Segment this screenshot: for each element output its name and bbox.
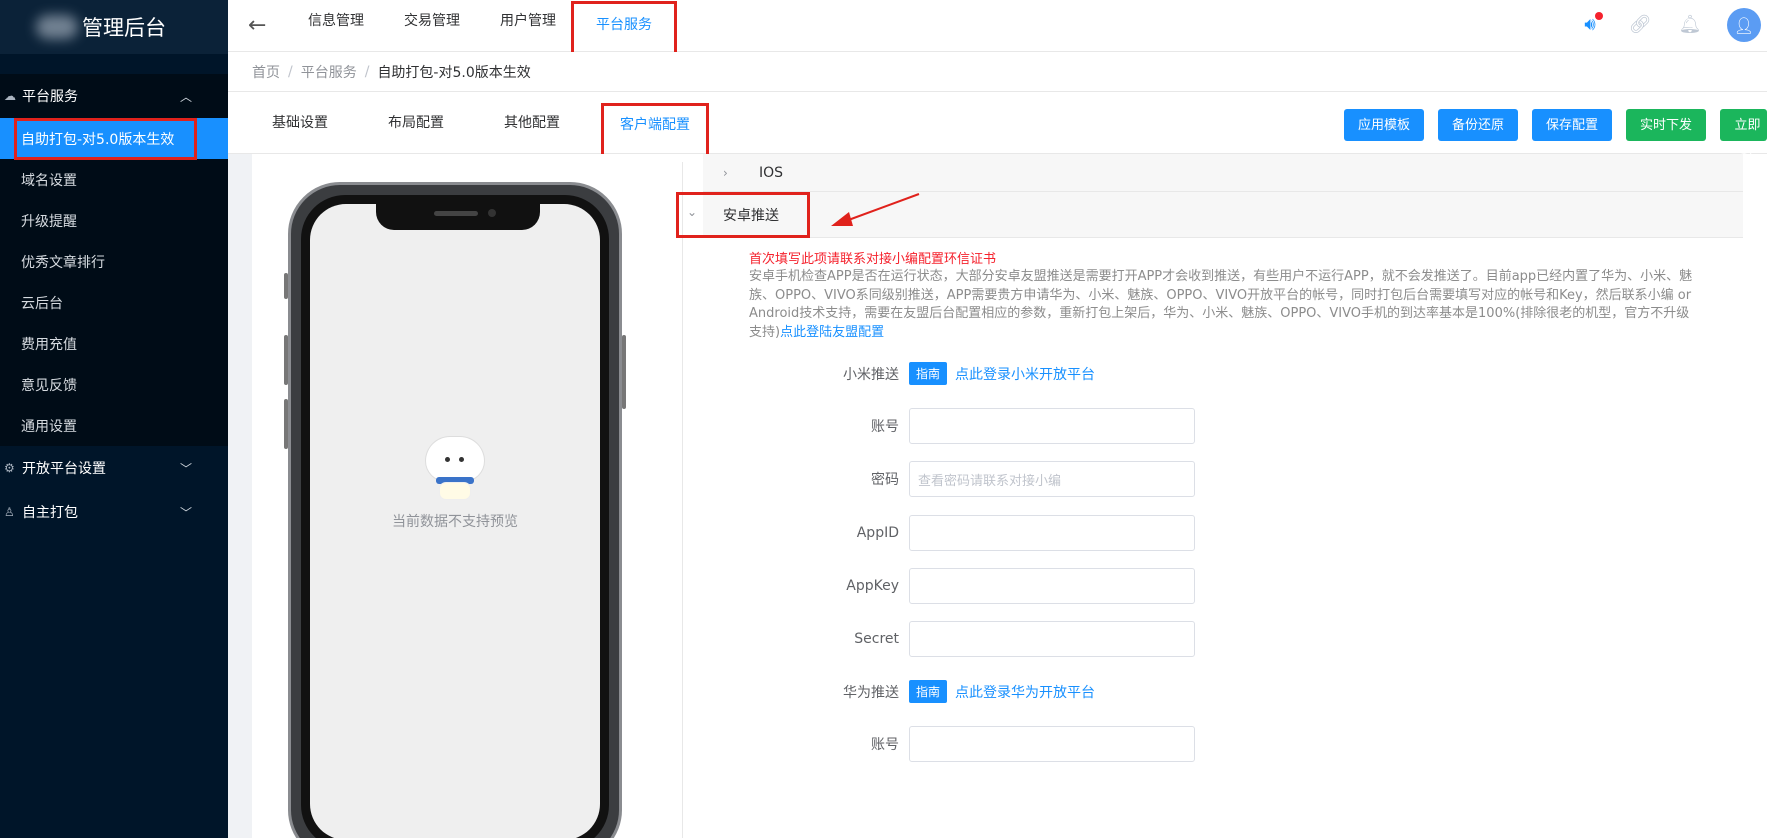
umeng-config-link[interactable]: 点此登陆友盟配置 [780,325,884,340]
topnav-user[interactable]: 用户管理 [500,0,556,52]
link-icon[interactable]: 🔗︎ [1627,12,1653,38]
android-description: 安卓手机检查APP是否在运行状态，大部分安卓友盟推送是需要打开APP才会收到推送… [749,269,1693,340]
annotation-arrow [831,193,920,226]
tab-layout[interactable]: 布局配置 [388,92,444,154]
tab-bar: 基础设置 布局配置 其他配置 客户端配置 应用模板 备份还原 保存配置 实时下发… [228,92,1767,165]
phone-notch [376,204,540,230]
chevron-down-icon: ﹀ [179,461,192,476]
sidebar-item-recharge[interactable]: 费用充值 [0,323,228,364]
sidebar-item-upgrade[interactable]: 升级提醒 [0,200,228,241]
realtime-push-button[interactable]: 实时下发 [1626,109,1707,141]
blurred-logo-text [36,15,78,39]
xiaomi-account-row: 账号 [793,408,1195,444]
xiaomi-login-link[interactable]: 点此登录小米开放平台 [955,364,1095,384]
config-panel: › IOS ⌄ 安卓推送 首次填写此项请联系对接小编配置环信证书 安卓手机检查AP… [676,154,1767,838]
user-icon: ♙ [4,505,15,519]
gear-icon: ⚙ [4,461,15,475]
menu-group-self-pack[interactable]: ♙ 自主打包 ﹀ [0,490,228,534]
sidebar-item-cloud[interactable]: 云后台 [0,282,228,323]
android-warning: 首次填写此项请联系对接小编配置环信证书 [749,252,997,267]
app-title: 管理后台 [82,16,166,40]
apply-template-button[interactable]: 应用模板 [1344,109,1425,141]
appid-row: AppID [793,515,1195,551]
backup-restore-button[interactable]: 备份还原 [1438,109,1519,141]
chevron-right-icon: › [723,165,728,180]
huawei-login-link[interactable]: 点此登录华为开放平台 [955,682,1095,702]
xiaomi-password-input[interactable]: 查看密码请联系对接小编 [909,461,1195,497]
huawei-account-row: 账号 [793,726,1195,762]
huawei-guide-tag[interactable]: 指南 [909,680,948,703]
breadcrumb: 首页 / 平台服务 / 自助打包-对5.0版本生效 [228,52,1767,92]
preview-empty-text: 当前数据不支持预览 [392,514,518,530]
appkey-input[interactable] [909,568,1195,604]
cloud-icon: ☁ [4,89,16,103]
app-logo: 管理后台 [0,0,228,54]
phone-preview: 当前数据不支持预览 [284,182,626,838]
collapse-ios[interactable]: › IOS [703,154,1743,192]
appkey-row: AppKey [793,568,1195,604]
content-area: 当前数据不支持预览 › IOS ⌄ 安卓推送 首次填写此项请联系对接小编配置环信证… [252,154,1767,838]
breadcrumb-section[interactable]: 平台服务 [301,62,357,82]
avatar[interactable]: 👤︎ [1727,8,1761,42]
mascot-image [426,437,484,499]
sidebar-item-article-rank[interactable]: 优秀文章排行 [0,241,228,282]
speaker-icon[interactable]: 🔊︎ [1577,12,1603,38]
appid-input[interactable] [909,515,1195,551]
sidebar: 管理后台 ☁ 平台服务 ︿ 自助打包-对5.0版本生效 域名设置 升级提醒 优秀文… [0,0,228,838]
sidebar-item-domain[interactable]: 域名设置 [0,159,228,200]
huawei-row: 华为推送 指南 点此登录华为开放平台 [793,680,1095,703]
top-icons: 🔊︎ 🔗︎ 🔔︎ 👤︎ [1577,8,1767,42]
topnav-info[interactable]: 信息管理 [308,0,364,52]
breadcrumb-current: 自助打包-对5.0版本生效 [377,64,531,81]
sidebar-item-feedback[interactable]: 意见反馈 [0,364,228,405]
xiaomi-guide-tag[interactable]: 指南 [909,362,948,385]
sidebar-item-self-pack[interactable]: 自助打包-对5.0版本生效 [0,117,228,160]
chevron-down-icon: ⌄ [687,204,698,219]
chevron-up-icon: ︿ [179,89,192,104]
xiaomi-row: 小米推送 指南 点此登录小米开放平台 [793,362,1095,385]
back-arrow-icon[interactable]: ← [248,13,266,38]
phone-screen: 当前数据不支持预览 [310,204,600,838]
huawei-account-input[interactable] [909,726,1195,762]
secret-row: Secret [793,621,1195,657]
xiaomi-account-input[interactable] [909,408,1195,444]
submenu-platform: 自助打包-对5.0版本生效 域名设置 升级提醒 优秀文章排行 云后台 费用充值 … [0,117,228,446]
breadcrumb-home[interactable]: 首页 [252,62,280,82]
notification-dot [1595,12,1603,20]
instant-pack-button[interactable]: 立即打 [1720,109,1767,164]
secret-input[interactable] [909,621,1195,657]
xiaomi-password-row: 密码 查看密码请联系对接小编 [793,461,1195,497]
save-config-button[interactable]: 保存配置 [1532,109,1613,141]
chevron-down-icon: ﹀ [179,505,192,520]
tab-other[interactable]: 其他配置 [504,92,560,154]
menu-group-open-platform[interactable]: ⚙ 开放平台设置 ﹀ [0,446,228,490]
bell-icon[interactable]: 🔔︎ [1677,12,1703,38]
topnav-trade[interactable]: 交易管理 [404,0,460,52]
sidebar-item-general[interactable]: 通用设置 [0,405,228,446]
menu-group-platform[interactable]: ☁ 平台服务 ︿ [0,74,228,118]
tab-basic[interactable]: 基础设置 [272,92,328,154]
top-bar: ← 信息管理 交易管理 用户管理 平台服务 🔊︎ 🔗︎ 🔔︎ 👤︎ [228,0,1767,69]
